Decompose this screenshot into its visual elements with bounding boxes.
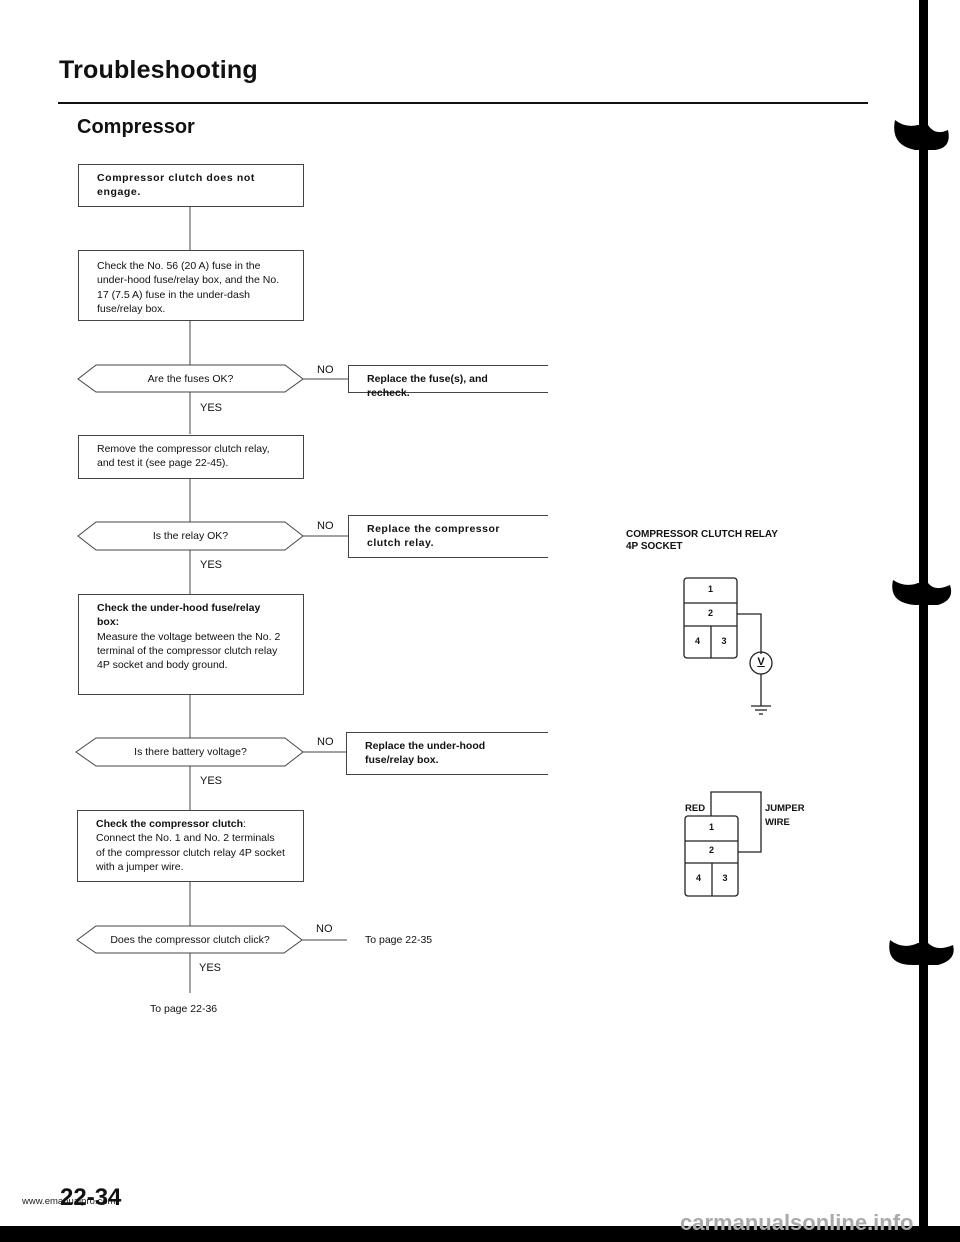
page-number: 22-34 (60, 1184, 122, 1211)
step-text: Remove the compressor clutch relay, and … (97, 443, 270, 470)
pin-3: 3 (722, 873, 728, 883)
yes-label: YES (199, 962, 222, 974)
yes-label: YES (200, 775, 223, 787)
no-label: NO (317, 736, 334, 748)
diagram-title-line2: 4P SOCKET (626, 541, 683, 552)
diagram-title: COMPRESSOR CLUTCH RELAY 4P SOCKET (626, 529, 778, 553)
decision-battery-voltage: Is there battery voltage? (134, 746, 247, 758)
decision-clutch-click: Does the compressor clutch click? (110, 934, 270, 946)
yes-label: YES (200, 402, 223, 414)
page-reference-yes[interactable]: To page 22-36 (150, 1003, 217, 1015)
decision-fuses-ok: Are the fuses OK? (147, 373, 234, 385)
pin-2: 2 (708, 845, 714, 855)
action-text: Replace the compressor clutch relay. (367, 523, 500, 549)
pin-2: 2 (707, 608, 713, 618)
step-test-relay: Remove the compressor clutch relay, and … (78, 435, 304, 479)
step-check-fuses: Check the No. 56 (20 A) fuse in the unde… (78, 250, 304, 321)
pin-1: 1 (707, 584, 713, 594)
yes-label: YES (200, 559, 223, 571)
step-text: Connect the No. 1 and No. 2 terminals of… (96, 832, 285, 873)
page-reference-no[interactable]: To page 22-35 (365, 934, 432, 946)
step-check-underhood-box: Check the under-hood fuse/relay box: Mea… (78, 594, 304, 695)
no-label: NO (317, 364, 334, 376)
step-heading: Check the compressor clutch (96, 818, 244, 830)
voltmeter-icon: V (757, 656, 765, 668)
step-text: Check the No. 56 (20 A) fuse in the unde… (97, 260, 280, 315)
pin-4: 4 (695, 873, 701, 883)
pin-4: 4 (694, 636, 700, 646)
pin-3: 3 (721, 636, 727, 646)
step-check-compressor-clutch: Check the compressor clutch: Connect the… (77, 810, 304, 882)
red-wire-label: RED (685, 803, 706, 814)
no-label: NO (316, 923, 333, 935)
action-replace-fuses: Replace the fuse(s), and recheck. (348, 365, 548, 399)
pin-1: 1 (708, 822, 714, 832)
binder-edge-decoration (889, 0, 954, 1230)
start-box: Compressor clutch does not engage. (78, 164, 304, 207)
decision-relay-ok: Is the relay OK? (152, 530, 229, 542)
action-replace-relay: Replace the compressor clutch relay. (348, 515, 548, 558)
jumper-label-line1: JUMPER (765, 803, 805, 814)
jumper-label-line2: WIRE (765, 817, 790, 828)
step-text: Measure the voltage between the No. 2 te… (97, 630, 281, 672)
step-heading: Check the under-hood fuse/relay box: (97, 602, 261, 629)
no-label: NO (317, 520, 334, 532)
action-text: Replace the under-hood fuse/relay box. (365, 740, 486, 766)
jumper-wire-label: JUMPER WIRE (765, 802, 805, 830)
watermark-right: carmanualsonline.info (680, 1210, 914, 1235)
diagram-title-line1: COMPRESSOR CLUTCH RELAY (626, 529, 778, 540)
action-replace-underhood-box: Replace the under-hood fuse/relay box. (346, 732, 548, 775)
relay-socket-diagram-voltage (683, 577, 773, 715)
start-text: Compressor clutch does not engage. (97, 172, 255, 199)
